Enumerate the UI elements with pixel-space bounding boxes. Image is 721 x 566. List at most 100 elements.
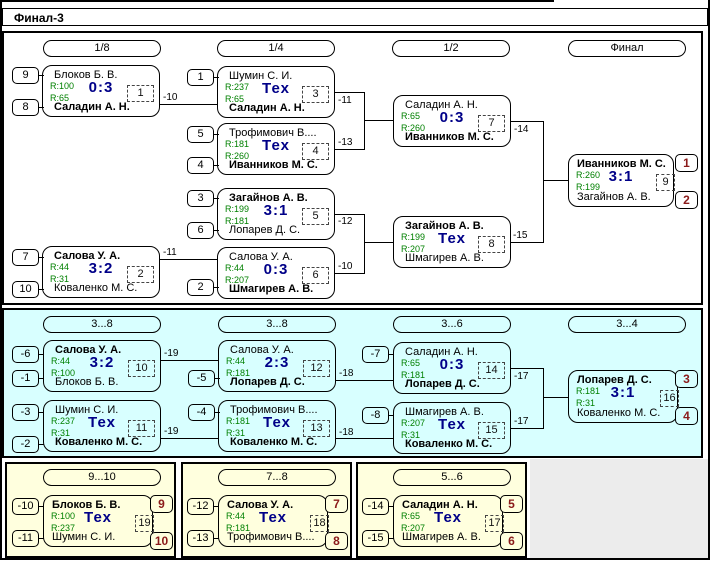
- match-box-6[interactable]: Салова У. А. R:44 0:3 R:207 Шмагирев А. …: [217, 247, 335, 299]
- window-top-edge: [0, 0, 554, 2]
- seed-box: 4: [187, 157, 214, 174]
- player2-name: Шмагирев А. В.: [229, 283, 331, 295]
- connector-line: [161, 438, 218, 439]
- window-right-edge: [708, 0, 710, 560]
- player2-name: Иванников М. С.: [405, 131, 507, 143]
- round-pill-9-10: 9...10: [43, 469, 161, 486]
- connector-line: [511, 428, 543, 429]
- match-number: 5: [302, 208, 329, 225]
- player2-name: Лопарев Д. С.: [405, 378, 507, 390]
- match-box-7[interactable]: Саладин А. Н. R:65 0:3 R:260 Иванников М…: [393, 95, 511, 147]
- place-badge: 8: [325, 532, 348, 550]
- player2-name: Коваленко М. С.: [230, 436, 332, 448]
- match-box-4[interactable]: Трофимович В.... R:181 Тех R:260 Иванник…: [217, 123, 335, 175]
- round-pill-3-4: 3...4: [568, 316, 686, 333]
- match-box-1[interactable]: Блоков Б. В. R:100 0:3 R:65 Саладин А. Н…: [42, 65, 160, 117]
- connector-label: -19: [164, 426, 178, 437]
- match-box-12[interactable]: Салова У. А. R:44 2:3 R:181 Лопарев Д. С…: [218, 340, 336, 392]
- player2-name: Иванников М. С.: [229, 159, 331, 171]
- connector-label: -10: [338, 261, 352, 272]
- seed-box: -6: [12, 346, 39, 363]
- match-box-10[interactable]: Салова У. А. R:44 3:2 R:100 Блоков Б. В.…: [43, 340, 161, 392]
- match-number: 9: [656, 174, 675, 191]
- player2-name: Трофимович В....: [227, 531, 324, 543]
- connector-line: [543, 121, 544, 243]
- match-number: 11: [128, 420, 155, 437]
- connector-line: [510, 242, 543, 243]
- seed-box: -1: [12, 370, 39, 387]
- match-box-17[interactable]: Саладин А. Н. R:65 Тех R:207 Шмагирев А.…: [393, 495, 503, 547]
- player2-name: Коваленко М. С.: [54, 282, 156, 294]
- match-number: 3: [302, 86, 329, 103]
- connector-line: [160, 104, 217, 105]
- match-number: 17: [485, 515, 504, 532]
- connector-line: [543, 397, 568, 398]
- connector-label: -18: [339, 427, 353, 438]
- player2-name: Лопарев Д. С.: [229, 224, 331, 236]
- seed-box: 10: [12, 281, 39, 298]
- match-box-18[interactable]: Салова У. А. R:44 Тех R:181 Трофимович В…: [218, 495, 328, 547]
- match-number: 16: [660, 390, 679, 407]
- match-box-3[interactable]: Шумин С. И. R:237 Тех R:65 Саладин А. Н.…: [217, 66, 335, 118]
- player2-name: Шмагирев А. В.: [405, 252, 507, 264]
- seed-box: -8: [362, 407, 389, 424]
- match-box-16[interactable]: Лопарев Д. С. R:181 3:1 R:31 Коваленко М…: [568, 370, 678, 423]
- match-number: 7: [478, 115, 505, 132]
- place-badge: 7: [325, 495, 348, 513]
- match-number: 18: [310, 515, 329, 532]
- player2-name: Шумин С. И.: [52, 531, 149, 543]
- match-box-11[interactable]: Шумин С. И. R:237 Тех R:31 Коваленко М. …: [43, 400, 161, 452]
- player2-name: Лопарев Д. С.: [230, 376, 332, 388]
- match-box-19[interactable]: Блоков Б. В. R:100 Тех R:237 Шумин С. И.…: [43, 495, 153, 547]
- empty-area: [530, 459, 708, 558]
- connector-label: -11: [338, 95, 352, 106]
- match-number: 13: [303, 420, 330, 437]
- seed-box: -7: [362, 346, 389, 363]
- match-box-2[interactable]: Салова У. А. R:44 3:2 R:31 Коваленко М. …: [42, 246, 160, 298]
- seed-box: -4: [188, 404, 215, 421]
- connector-line: [160, 259, 217, 260]
- player2-name: Саладин А. Н.: [54, 101, 156, 113]
- title-bar: Финал-3: [2, 8, 708, 26]
- seed-box: 1: [187, 69, 214, 86]
- connector-label: -19: [164, 348, 178, 359]
- match-box-14[interactable]: Саладин А. Н. R:65 0:3 R:181 Лопарев Д. …: [393, 342, 511, 394]
- connector-line: [543, 368, 544, 429]
- seed-box: -15: [362, 530, 389, 547]
- round-pill-final: Финал: [568, 40, 686, 57]
- seed-box: 3: [187, 190, 214, 207]
- place-badge: 4: [675, 407, 698, 425]
- player2-name: Коваленко М. С.: [577, 407, 674, 419]
- round-pill-5-6: 5...6: [393, 469, 511, 486]
- connector-label: -17: [514, 371, 528, 382]
- connector-label: -11: [163, 247, 177, 258]
- round-pill-1-4: 1/4: [217, 40, 335, 57]
- place-badge: 3: [675, 370, 698, 388]
- match-box-8[interactable]: Загайнов А. В. R:199 Тех R:207 Шмагирев …: [393, 216, 511, 268]
- match-box-13[interactable]: Трофимович В.... R:181 Тех R:31 Коваленк…: [218, 400, 336, 452]
- connector-line: [335, 273, 364, 274]
- round-pill-1-2: 1/2: [392, 40, 510, 57]
- match-number: 8: [478, 236, 505, 253]
- match-box-15[interactable]: Шмагирев А. В. R:207 Тех R:31 Коваленко …: [393, 402, 511, 454]
- match-box-5[interactable]: Загайнов А. В. R:199 3:1 R:181 Лопарев Д…: [217, 188, 335, 240]
- connector-label: -15: [513, 230, 527, 241]
- match-number: 15: [478, 422, 505, 439]
- player2-name: Блоков Б. В.: [55, 376, 157, 388]
- connector-line: [336, 380, 393, 381]
- place-badge: 6: [500, 532, 523, 550]
- round-pill-3-6: 3...6: [393, 316, 511, 333]
- connector-line: [161, 360, 218, 361]
- seed-box: 5: [187, 126, 214, 143]
- seed-box: 9: [12, 67, 39, 84]
- match-number: 12: [303, 360, 330, 377]
- match-box-9-final[interactable]: Иванников М. С. R:260 3:1 R:199 Загайнов…: [568, 154, 674, 207]
- seed-box: 7: [12, 249, 39, 266]
- round-pill-3-8b: 3...8: [218, 316, 336, 333]
- seed-box: 2: [187, 279, 214, 296]
- place-badge: 2: [675, 191, 698, 209]
- player2-name: Шмагирев А. В.: [402, 531, 499, 543]
- match-number: 19: [135, 515, 154, 532]
- seed-box: -2: [12, 436, 39, 453]
- match-number: 4: [302, 143, 329, 160]
